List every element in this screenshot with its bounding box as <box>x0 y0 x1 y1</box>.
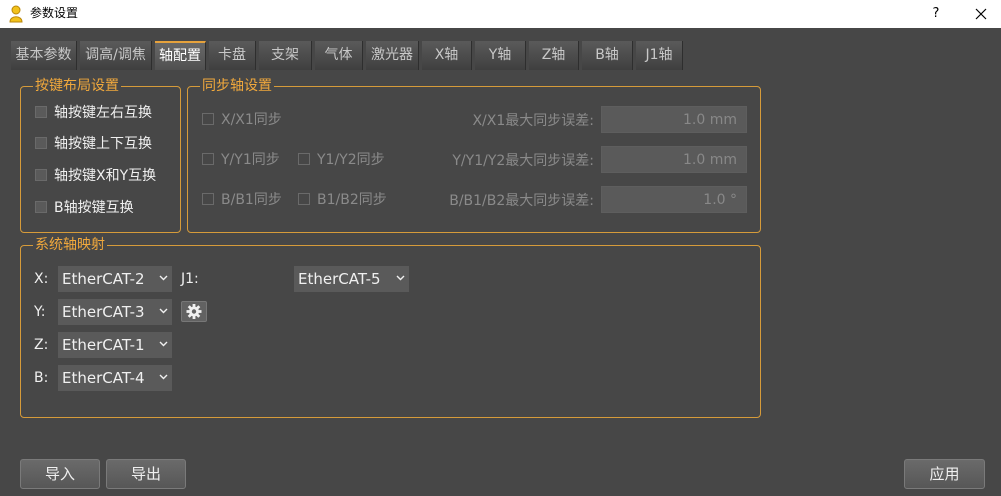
import-button[interactable]: 导入 <box>20 459 100 489</box>
sync-axis-title: 同步轴设置 <box>200 77 274 95</box>
y-axis-label: Y: <box>34 304 46 320</box>
swap-up-down-checkbox[interactable]: 轴按键上下互换 <box>35 134 152 154</box>
tab-y-axis[interactable]: Y轴 <box>475 41 526 70</box>
select-value: EtherCAT-3 <box>62 303 145 321</box>
bb1b2-error-input[interactable]: 1.0 ° <box>601 186 747 213</box>
title-bar: 参数设置 ? <box>0 0 1001 28</box>
select-value: EtherCAT-4 <box>62 369 145 387</box>
x-axis-label: X: <box>34 271 49 287</box>
checkbox-label: X/X1同步 <box>221 112 282 128</box>
axis-mapping-group: 系统轴映射 X: EtherCAT-2 J1: EtherCAT-5 Y: Et… <box>20 236 761 418</box>
sync-y1y2-checkbox[interactable]: Y1/Y2同步 <box>298 150 385 170</box>
tab-x-axis[interactable]: X轴 <box>422 41 472 70</box>
chevron-down-icon <box>159 275 168 281</box>
checkbox-label: 轴按键左右互换 <box>54 105 152 121</box>
sync-bb1-checkbox[interactable]: B/B1同步 <box>202 190 282 210</box>
close-button[interactable] <box>966 3 996 25</box>
x-axis-select[interactable]: EtherCAT-2 <box>58 266 172 292</box>
xx1-error-input[interactable]: 1.0 mm <box>601 106 747 133</box>
tab-height-focus[interactable]: 调高/调焦 <box>80 41 152 70</box>
apply-button[interactable]: 应用 <box>904 459 985 489</box>
tab-gas[interactable]: 气体 <box>315 41 363 70</box>
sync-xx1-checkbox[interactable]: X/X1同步 <box>202 110 282 130</box>
checkbox-label: B轴按键互换 <box>54 200 134 216</box>
sync-yy1-checkbox[interactable]: Y/Y1同步 <box>202 150 280 170</box>
select-value: EtherCAT-1 <box>62 336 145 354</box>
yy1y2-error-label: Y/Y1/Y2最大同步误差: <box>452 153 594 169</box>
sync-b1b2-checkbox[interactable]: B1/B2同步 <box>298 190 387 210</box>
checkbox-box[interactable] <box>35 106 47 118</box>
checkbox-box[interactable] <box>35 137 47 149</box>
xx1-error-label: X/X1最大同步误差: <box>472 113 594 129</box>
gear-icon <box>186 304 202 319</box>
y-axis-select[interactable]: EtherCAT-3 <box>58 299 172 325</box>
checkbox-label: B1/B2同步 <box>317 192 387 208</box>
yy1y2-error-input[interactable]: 1.0 mm <box>601 146 747 173</box>
chevron-down-icon <box>159 341 168 347</box>
z-axis-select[interactable]: EtherCAT-1 <box>58 332 172 358</box>
tab-z-axis[interactable]: Z轴 <box>529 41 579 70</box>
tab-j1-axis[interactable]: J1轴 <box>636 41 683 70</box>
checkbox-label: Y1/Y2同步 <box>317 152 385 168</box>
chevron-down-icon <box>159 374 168 380</box>
checkbox-label: B/B1同步 <box>221 192 282 208</box>
select-value: EtherCAT-5 <box>298 270 381 288</box>
export-button[interactable]: 导出 <box>106 459 186 489</box>
swap-left-right-checkbox[interactable]: 轴按键左右互换 <box>35 103 152 123</box>
b-axis-label: B: <box>34 370 49 386</box>
checkbox-box[interactable] <box>202 113 214 125</box>
help-button[interactable]: ? <box>924 3 948 25</box>
j1-axis-select[interactable]: EtherCAT-5 <box>294 266 409 292</box>
select-value: EtherCAT-2 <box>62 270 145 288</box>
checkbox-box[interactable] <box>202 153 214 165</box>
axis-settings-button[interactable] <box>181 301 207 322</box>
user-icon <box>9 5 23 23</box>
j1-axis-label: J1: <box>181 271 199 287</box>
z-axis-label: Z: <box>34 337 49 353</box>
swap-x-y-checkbox[interactable]: 轴按键X和Y互换 <box>35 166 156 186</box>
tab-axis-config[interactable]: 轴配置 <box>155 41 206 70</box>
checkbox-label: 轴按键X和Y互换 <box>54 168 157 184</box>
close-icon <box>975 8 987 20</box>
checkbox-box[interactable] <box>35 201 47 213</box>
tab-basic-params[interactable]: 基本参数 <box>11 41 77 70</box>
window-title: 参数设置 <box>30 6 79 20</box>
tab-chuck[interactable]: 卡盘 <box>209 41 256 70</box>
chevron-down-icon <box>159 308 168 314</box>
tab-b-axis[interactable]: B轴 <box>582 41 633 70</box>
bb1b2-error-label: B/B1/B2最大同步误差: <box>449 193 594 209</box>
tab-laser[interactable]: 激光器 <box>366 41 419 70</box>
b-axis-select[interactable]: EtherCAT-4 <box>58 365 172 391</box>
checkbox-box[interactable] <box>202 193 214 205</box>
key-layout-group: 按键布局设置 轴按键左右互换 轴按键上下互换 轴按键X和Y互换 B轴按键互换 <box>20 77 181 233</box>
checkbox-box[interactable] <box>298 153 310 165</box>
swap-b-axis-checkbox[interactable]: B轴按键互换 <box>35 198 134 218</box>
checkbox-box[interactable] <box>35 169 47 181</box>
tab-support[interactable]: 支架 <box>259 41 312 70</box>
chevron-down-icon <box>396 275 405 281</box>
checkbox-label: Y/Y1同步 <box>221 152 280 168</box>
axis-mapping-title: 系统轴映射 <box>33 236 107 254</box>
sync-axis-group: 同步轴设置 X/X1同步 Y/Y1同步 Y1/Y2同步 B/B1同步 B1/B2… <box>187 77 761 233</box>
checkbox-label: 轴按键上下互换 <box>54 136 152 152</box>
key-layout-title: 按键布局设置 <box>33 77 121 95</box>
checkbox-box[interactable] <box>298 193 310 205</box>
